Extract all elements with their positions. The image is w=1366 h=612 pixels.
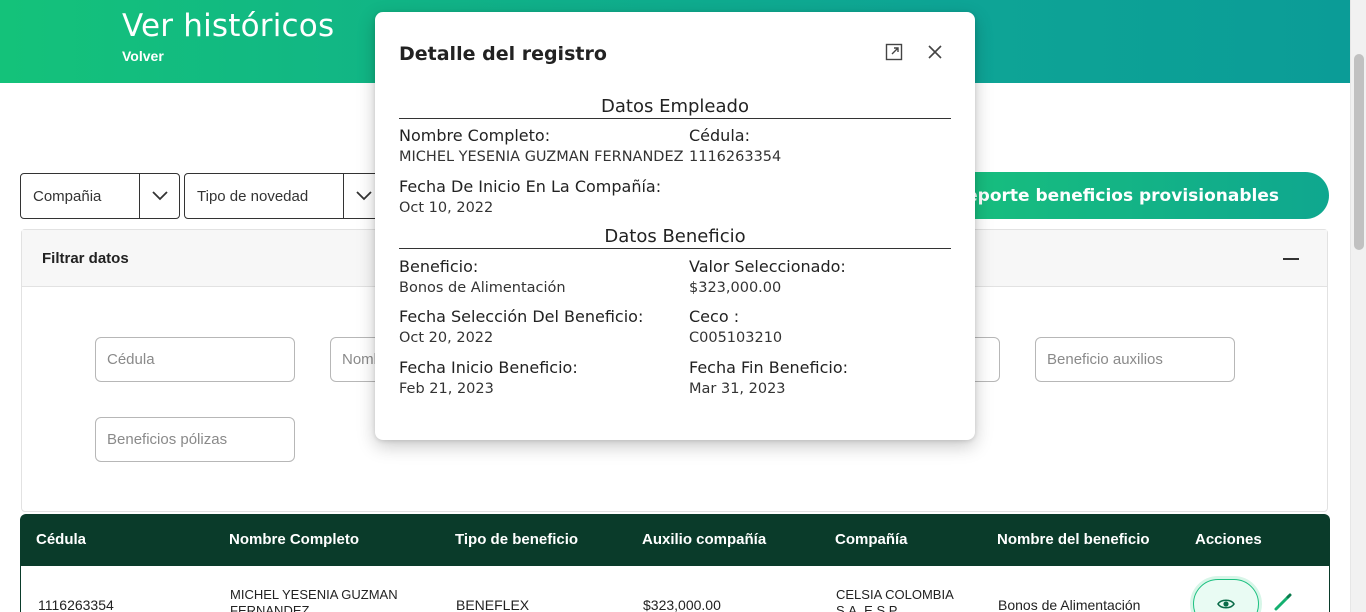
column-header-company-aid[interactable]: Auxilio compañía: [642, 531, 766, 548]
column-header-cedula[interactable]: Cédula: [36, 531, 86, 548]
column-header-company[interactable]: Compañía: [835, 531, 908, 548]
cell-benefit-type: BENEFLEX: [456, 597, 530, 612]
benefit-name-label: Beneficio:: [399, 257, 479, 276]
employee-id-label: Cédula:: [689, 126, 750, 145]
employee-section-title: Datos Empleado: [399, 96, 951, 119]
cedula-filter-input[interactable]: [107, 351, 294, 368]
benefit-name-value: Bonos de Alimentación: [399, 280, 566, 296]
modal-title: Detalle del registro: [399, 43, 607, 65]
benefit-selection-date-value: Oct 20, 2022: [399, 330, 494, 346]
minus-icon[interactable]: [1283, 258, 1299, 260]
novelty-type-select[interactable]: Tipo de novedad: [184, 173, 384, 219]
benefit-section-title: Datos Beneficio: [399, 226, 951, 249]
close-icon[interactable]: [926, 43, 944, 61]
employee-id-value: 1116263354: [689, 149, 782, 165]
benefit-end-date: Fecha Fin Beneficio: Mar 31, 2023: [689, 358, 848, 399]
page: Ver históricos Volver Compañia Tipo de n…: [0, 0, 1366, 612]
cell-company-aid: $323,000.00: [643, 597, 721, 612]
chevron-down-icon[interactable]: [139, 174, 179, 218]
table-header: Cédula Nombre Completo Tipo de beneficio…: [20, 514, 1330, 566]
column-header-benefit-name[interactable]: Nombre del beneficio: [997, 531, 1150, 548]
employee-full-name: Nombre Completo: MICHEL YESENIA GUZMAN F…: [399, 126, 684, 167]
edit-record-button[interactable]: [1273, 592, 1293, 612]
benefit-name: Beneficio: Bonos de Alimentación: [399, 257, 566, 298]
cedula-filter-field[interactable]: [95, 337, 295, 382]
company-select-value: Compañia: [33, 187, 102, 205]
back-link[interactable]: Volver: [122, 48, 164, 64]
record-detail-modal: Detalle del registro Datos Empleado Nomb…: [375, 12, 975, 440]
benefit-start-date-value: Feb 21, 2023: [399, 381, 494, 397]
benefit-selection-date-label: Fecha Selección Del Beneficio:: [399, 307, 644, 326]
report-provisionable-benefits-button[interactable]: reporte beneficios provisionables: [930, 172, 1329, 219]
aux-benefit-filter-input[interactable]: [1047, 351, 1234, 368]
ceco-label: Ceco :: [689, 307, 740, 326]
cell-company-line1: CELSIA COLOMBIA: [836, 587, 954, 602]
column-header-full-name[interactable]: Nombre Completo: [229, 531, 359, 548]
employee-full-name-value: MICHEL YESENIA GUZMAN FERNANDEZ: [399, 149, 684, 165]
employee-start-date-value: Oct 10, 2022: [399, 200, 494, 216]
table-row: 1116263354 MICHEL YESENIA GUZMAN FERNAND…: [20, 566, 1330, 612]
selected-value-value: $323,000.00: [689, 280, 782, 296]
column-header-actions: Acciones: [1195, 531, 1262, 548]
company-select[interactable]: Compañia: [20, 173, 180, 219]
cell-full-name-line1: MICHEL YESENIA GUZMAN: [230, 587, 398, 602]
eye-icon: [1217, 599, 1235, 609]
scrollbar-thumb[interactable]: [1354, 54, 1364, 250]
cell-cedula: 1116263354: [38, 597, 114, 612]
employee-start-date-label: Fecha De Inicio En La Compañía:: [399, 177, 662, 196]
ceco: Ceco : C005103210: [689, 307, 782, 348]
filter-panel-title: Filtrar datos: [42, 249, 129, 267]
view-record-button[interactable]: [1193, 579, 1259, 612]
pencil-icon: [1274, 593, 1292, 611]
selected-value: Valor Seleccionado: $323,000.00: [689, 257, 846, 298]
policy-benefit-filter-input[interactable]: [107, 431, 294, 448]
novelty-type-select-value: Tipo de novedad: [197, 187, 309, 205]
column-header-benefit-type[interactable]: Tipo de beneficio: [455, 531, 578, 548]
benefit-start-date: Fecha Inicio Beneficio: Feb 21, 2023: [399, 358, 578, 399]
benefit-end-date-label: Fecha Fin Beneficio:: [689, 358, 849, 377]
benefit-selection-date: Fecha Selección Del Beneficio: Oct 20, 2…: [399, 307, 643, 348]
aux-benefit-filter-field[interactable]: [1035, 337, 1235, 382]
employee-id: Cédula: 1116263354: [689, 126, 781, 167]
vertical-scrollbar[interactable]: [1350, 0, 1366, 612]
cell-company-line2: S.A. E.S.P.: [836, 603, 900, 612]
policy-benefit-filter-field[interactable]: [95, 417, 295, 462]
selected-value-label: Valor Seleccionado:: [689, 257, 846, 276]
employee-start-date: Fecha De Inicio En La Compañía: Oct 10, …: [399, 177, 661, 218]
ceco-value: C005103210: [689, 330, 783, 346]
benefit-end-date-value: Mar 31, 2023: [689, 381, 786, 397]
cell-benefit-name: Bonos de Alimentación: [998, 597, 1141, 612]
benefit-start-date-label: Fecha Inicio Beneficio:: [399, 358, 578, 377]
cell-full-name-line2: FERNANDEZ: [230, 603, 310, 612]
employee-full-name-label: Nombre Completo:: [399, 126, 551, 145]
expand-icon[interactable]: [885, 43, 903, 61]
page-title: Ver históricos: [122, 8, 335, 44]
